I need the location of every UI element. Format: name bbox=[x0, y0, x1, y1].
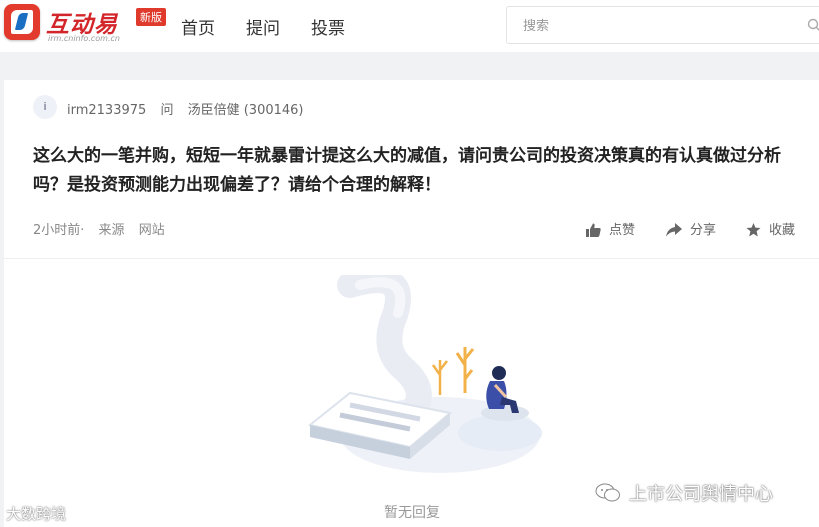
watermark-right: 上市公司舆情中心 bbox=[595, 480, 773, 506]
thumbs-up-icon bbox=[586, 223, 601, 237]
watermark-right-text: 上市公司舆情中心 bbox=[629, 484, 773, 505]
search-icon[interactable] bbox=[807, 18, 819, 32]
share-button[interactable]: 分享 bbox=[666, 219, 716, 238]
share-label: 分享 bbox=[690, 223, 717, 238]
top-header: 互动易 新版 irm.cninfo.com.cn 首页 提问 投票 bbox=[0, 0, 819, 52]
site-logo[interactable]: 互动易 新版 irm.cninfo.com.cn bbox=[4, 4, 166, 46]
ask-label: 问 bbox=[160, 103, 174, 118]
logo-icon bbox=[4, 4, 40, 40]
nav-vote[interactable]: 投票 bbox=[311, 14, 345, 39]
watermark-left-text: 大数跨境 bbox=[6, 505, 67, 523]
like-button[interactable]: 点赞 bbox=[586, 219, 635, 238]
question-text: 这么大的一笔并购，短短一年就暴雷计提这么大的减值，请问贵公司的投资决策真的有认真… bbox=[33, 146, 781, 195]
source-label: 来源 bbox=[98, 223, 125, 238]
source-value: 网站 bbox=[138, 223, 165, 238]
like-label: 点赞 bbox=[609, 223, 636, 238]
nav-home[interactable]: 首页 bbox=[181, 14, 215, 39]
author-name[interactable]: irm2133975 bbox=[67, 103, 146, 118]
watermark-left: 大数跨境 bbox=[6, 503, 66, 524]
wechat-icon bbox=[595, 483, 620, 502]
post-time: 2小时前· bbox=[33, 223, 85, 238]
favorite-button[interactable]: 收藏 bbox=[746, 219, 795, 238]
empty-reply-text: 暂无回复 bbox=[384, 505, 440, 521]
favorite-label: 收藏 bbox=[769, 223, 796, 238]
nav-ask[interactable]: 提问 bbox=[246, 14, 280, 39]
divider bbox=[4, 258, 819, 259]
share-icon bbox=[666, 223, 682, 237]
question-card: i irm2133975 问 汤臣倍健 (300146) 这么大的一笔并购，短短… bbox=[4, 80, 819, 527]
question-meta: 2小时前· 来源 网站 bbox=[33, 219, 175, 238]
star-icon bbox=[746, 223, 761, 237]
company-name[interactable]: 汤臣倍健 (300146) bbox=[188, 103, 304, 118]
avatar[interactable]: i bbox=[33, 95, 57, 119]
empty-reply-illustration bbox=[307, 275, 542, 473]
search-box bbox=[506, 6, 819, 44]
search-input[interactable] bbox=[521, 15, 795, 37]
question-author-line: irm2133975 问 汤臣倍健 (300146) bbox=[67, 99, 314, 118]
new-version-badge: 新版 bbox=[136, 8, 166, 26]
logo-domain: irm.cninfo.com.cn bbox=[48, 34, 120, 43]
